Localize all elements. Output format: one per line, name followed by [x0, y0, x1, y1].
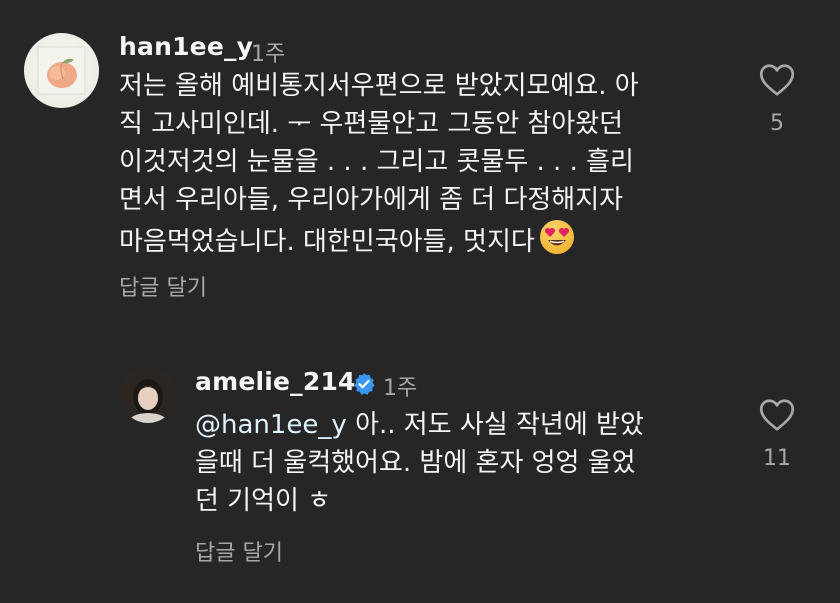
comment-timestamp: 1주: [251, 42, 286, 67]
profile-photo-icon: [120, 367, 176, 423]
comment-body: @han1ee_y 아.. 저도 사실 작년에 받았 을때 더 울컥했어요. 밤…: [195, 406, 644, 520]
reply-button[interactable]: 답글 달기: [195, 535, 283, 567]
avatar[interactable]: [24, 33, 99, 108]
mention-link[interactable]: @han1ee_y: [195, 410, 347, 440]
comment-line-last: 마음먹었습니다. 대한민국아들, 멋지다: [119, 219, 639, 266]
comment-line: 저는 올해 예비통지서우편으로 받았지모예요. 아: [119, 71, 639, 101]
like-count: 11: [763, 446, 791, 471]
heart-eyes-emoji-icon: [539, 219, 575, 266]
comment-line: 을때 더 울컥했어요. 밤에 혼자 엉엉 울었: [195, 448, 636, 478]
comment-line: 면서 우리아들, 우리아가에게 좀 더 다정해지자: [119, 185, 624, 215]
peach-icon: [37, 46, 86, 95]
comment-username[interactable]: han1ee_y: [119, 32, 253, 61]
comment-body: 저는 올해 예비통지서우편으로 받았지모예요. 아 직 고사미인데. ᅮ 우편물…: [119, 67, 639, 266]
comment-timestamp: 1주: [383, 376, 418, 401]
comment-username[interactable]: amelie_214: [195, 367, 356, 396]
comment-line: 이것저것의 눈물을 . . . 그리고 콧물두 . . . 흘리: [119, 147, 634, 177]
heart-icon: [759, 399, 795, 431]
reply-button[interactable]: 답글 달기: [119, 270, 207, 302]
comment-line: 마음먹었습니다. 대한민국아들, 멋지다: [119, 227, 535, 257]
comment-line-first: @han1ee_y 아.. 저도 사실 작년에 받았: [195, 406, 644, 444]
avatar[interactable]: [120, 367, 176, 423]
like-button[interactable]: 11: [752, 398, 802, 471]
heart-icon: [759, 64, 795, 96]
like-count: 5: [770, 111, 784, 136]
comment-line: 아.. 저도 사실 작년에 받았: [346, 410, 644, 440]
comment-line: 직 고사미인데. ᅮ 우편물안고 그동안 참아왔던: [119, 109, 624, 139]
verified-badge-icon: [352, 372, 376, 400]
like-button[interactable]: 5: [752, 63, 802, 136]
comment-line: 던 기억이 ㅎ: [195, 486, 332, 516]
